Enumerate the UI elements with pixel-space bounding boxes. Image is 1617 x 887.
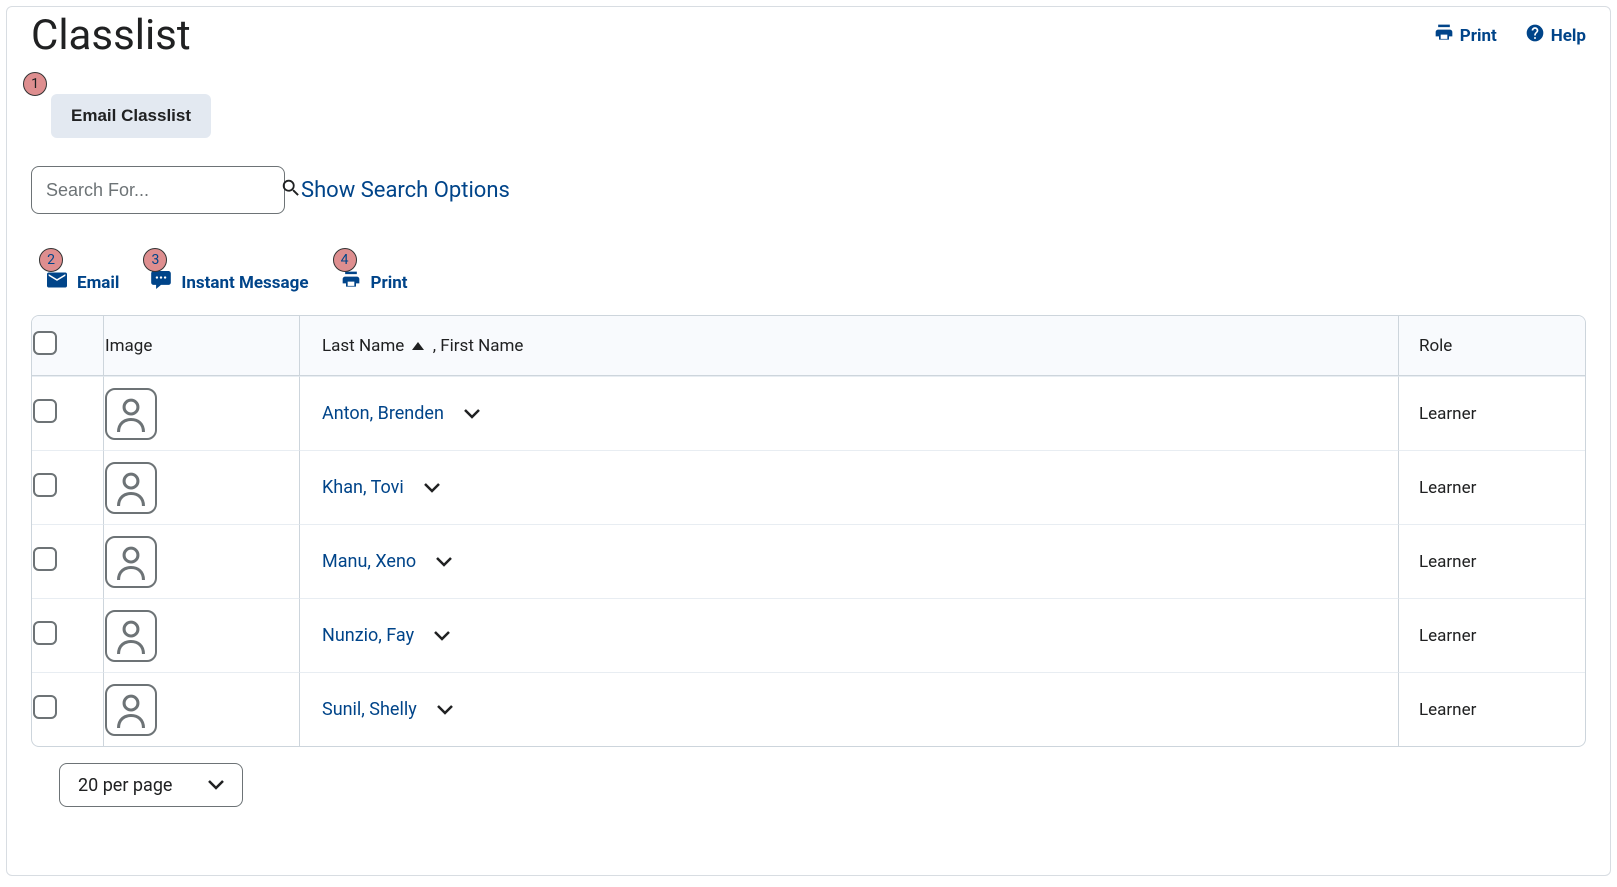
callout-1: 1 bbox=[23, 72, 47, 96]
role-header: Role bbox=[1399, 316, 1585, 376]
row-checkbox[interactable] bbox=[33, 547, 57, 571]
printer-icon bbox=[1434, 23, 1454, 48]
user-role: Learner bbox=[1399, 524, 1585, 598]
per-page-select[interactable]: 20 per page bbox=[59, 763, 243, 807]
page-frame: Classlist Print Help 1 Email Classlist bbox=[6, 6, 1611, 876]
user-name-link[interactable]: Anton, Brenden bbox=[322, 403, 444, 424]
user-name-link[interactable]: Manu, Xeno bbox=[322, 551, 416, 572]
user-role: Learner bbox=[1399, 450, 1585, 524]
help-icon bbox=[1525, 23, 1545, 48]
classlist-table: Image Last Name , First Name Role Anton,… bbox=[31, 315, 1586, 747]
page-header: Classlist Print Help bbox=[31, 7, 1586, 60]
name-header[interactable]: Last Name , First Name bbox=[300, 316, 1399, 376]
email-classlist-button[interactable]: Email Classlist bbox=[51, 94, 211, 138]
bulk-action-bar: 2 Email 3 Instant Message 4 Print bbox=[31, 270, 1586, 295]
search-icon[interactable] bbox=[280, 177, 302, 204]
avatar bbox=[105, 684, 157, 736]
print-action-label: Print bbox=[371, 273, 408, 293]
row-checkbox[interactable] bbox=[33, 473, 57, 497]
image-header: Image bbox=[104, 316, 300, 376]
avatar bbox=[105, 610, 157, 662]
table-row: Nunzio, Fay Learner bbox=[32, 598, 1585, 672]
print-action[interactable]: 4 Print bbox=[341, 270, 408, 295]
search-input[interactable] bbox=[44, 179, 280, 202]
table-row: Anton, Brenden Learner bbox=[32, 376, 1585, 450]
chevron-down-icon[interactable] bbox=[464, 409, 480, 419]
print-link-label: Print bbox=[1460, 26, 1497, 46]
search-row: Show Search Options bbox=[31, 166, 1586, 214]
help-link-label: Help bbox=[1551, 26, 1586, 46]
user-role: Learner bbox=[1399, 672, 1585, 746]
row-checkbox[interactable] bbox=[33, 695, 57, 719]
select-all-checkbox[interactable] bbox=[33, 331, 57, 355]
email-classlist-container: 1 Email Classlist bbox=[31, 94, 211, 138]
user-name-link[interactable]: Sunil, Shelly bbox=[322, 699, 417, 720]
chevron-down-icon[interactable] bbox=[437, 705, 453, 715]
user-name-link[interactable]: Khan, Tovi bbox=[322, 477, 404, 498]
help-link[interactable]: Help bbox=[1525, 23, 1586, 48]
callout-2: 2 bbox=[39, 248, 63, 272]
page-title: Classlist bbox=[31, 11, 191, 60]
print-link[interactable]: Print bbox=[1434, 23, 1497, 48]
instant-message-action[interactable]: 3 Instant Message bbox=[151, 270, 308, 295]
chevron-down-icon bbox=[208, 780, 224, 790]
email-action-label: Email bbox=[77, 273, 119, 293]
instant-message-action-label: Instant Message bbox=[181, 273, 308, 293]
row-checkbox[interactable] bbox=[33, 621, 57, 645]
avatar bbox=[105, 462, 157, 514]
user-role: Learner bbox=[1399, 598, 1585, 672]
table-row: Manu, Xeno Learner bbox=[32, 524, 1585, 598]
chevron-down-icon[interactable] bbox=[436, 557, 452, 567]
header-actions: Print Help bbox=[1434, 11, 1586, 48]
envelope-icon bbox=[47, 272, 67, 293]
callout-4: 4 bbox=[333, 248, 357, 272]
avatar bbox=[105, 536, 157, 588]
search-box bbox=[31, 166, 285, 214]
printer-icon bbox=[341, 270, 361, 295]
user-role: Learner bbox=[1399, 376, 1585, 450]
chat-icon bbox=[151, 271, 171, 294]
per-page-label: 20 per page bbox=[78, 775, 172, 796]
chevron-down-icon[interactable] bbox=[434, 631, 450, 641]
chevron-down-icon[interactable] bbox=[424, 483, 440, 493]
pager: 20 per page bbox=[59, 763, 1586, 807]
avatar bbox=[105, 388, 157, 440]
show-search-options-link[interactable]: Show Search Options bbox=[301, 178, 510, 203]
select-all-header bbox=[32, 316, 104, 376]
last-name-header-text: Last Name bbox=[322, 336, 404, 356]
first-name-header-text: First Name bbox=[440, 336, 523, 356]
email-action[interactable]: 2 Email bbox=[47, 270, 119, 295]
table-row: Sunil, Shelly Learner bbox=[32, 672, 1585, 746]
table-header-row: Image Last Name , First Name Role bbox=[32, 316, 1585, 376]
sort-ascending-icon bbox=[412, 342, 424, 350]
callout-3: 3 bbox=[143, 248, 167, 272]
user-name-link[interactable]: Nunzio, Fay bbox=[322, 625, 414, 646]
table-row: Khan, Tovi Learner bbox=[32, 450, 1585, 524]
row-checkbox[interactable] bbox=[33, 399, 57, 423]
